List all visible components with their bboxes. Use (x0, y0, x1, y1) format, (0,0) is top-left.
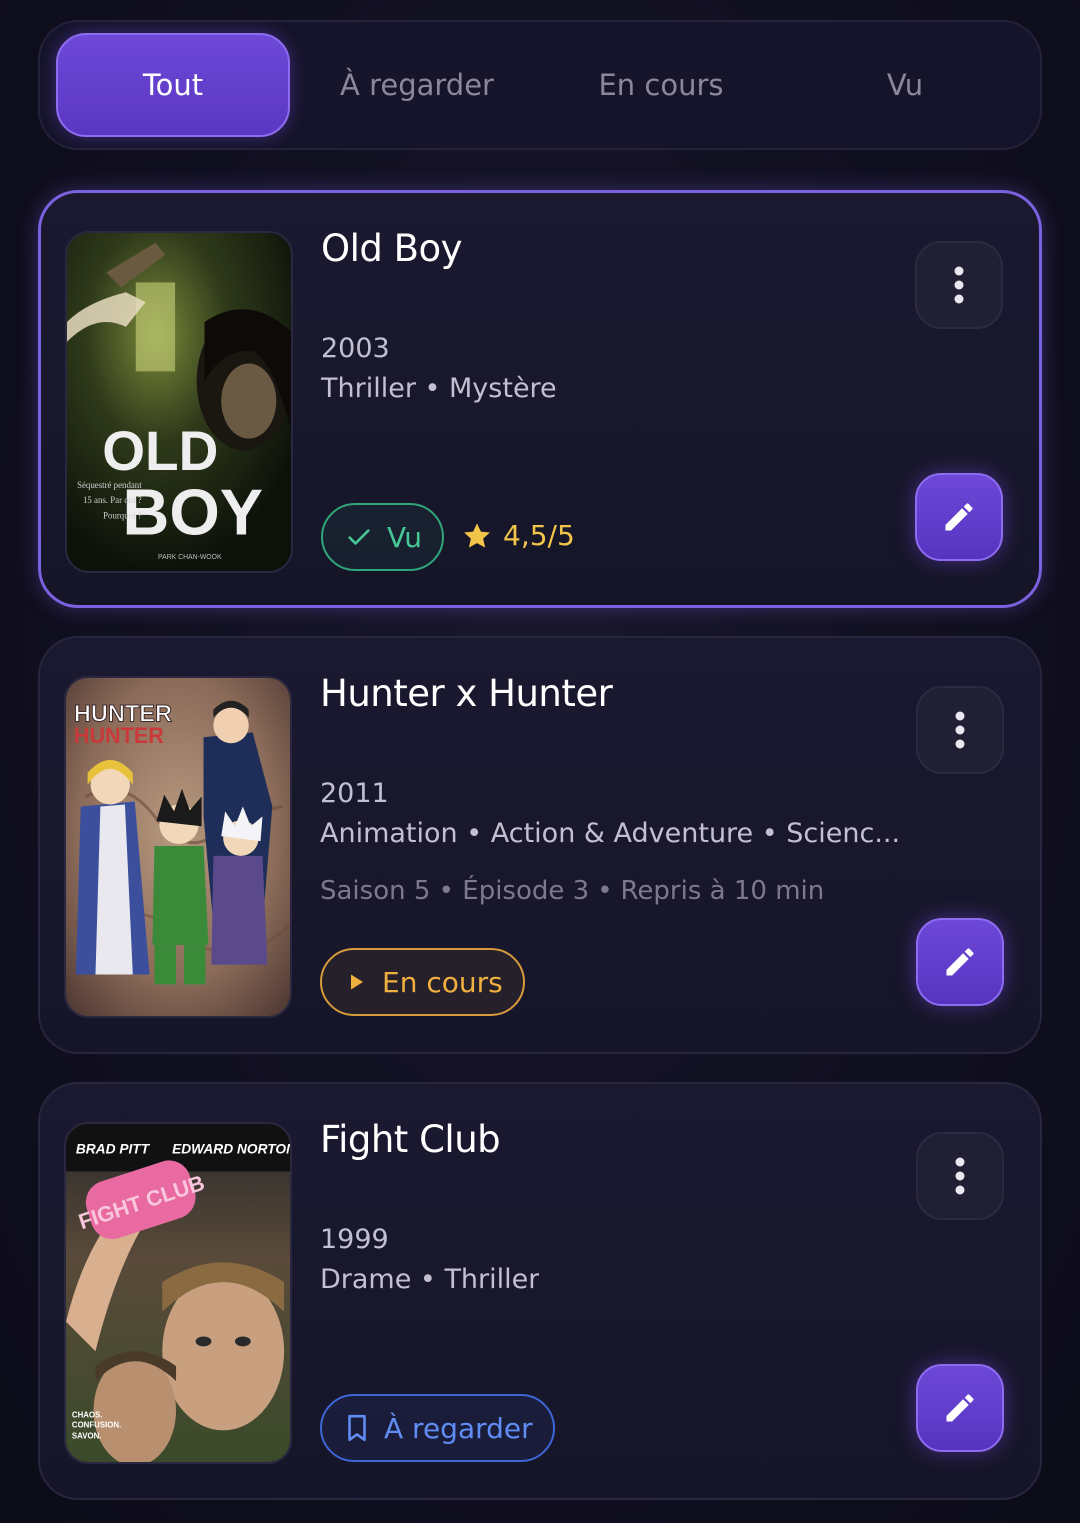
media-genres: Drame • Thriller (320, 1264, 540, 1295)
edit-button[interactable] (916, 1364, 1004, 1452)
pencil-icon (945, 503, 973, 531)
filter-tabs: Tout À regarder En cours Vu (38, 20, 1042, 150)
tab-en-cours[interactable]: En cours (544, 33, 778, 137)
star-icon (464, 522, 490, 548)
more-vertical-icon (955, 1157, 965, 1195)
check-icon (348, 529, 370, 545)
status-label: À regarder (384, 1411, 533, 1445)
pencil-icon (946, 948, 974, 976)
rating: 4,5/5 (461, 519, 575, 552)
media-title: Fight Club (320, 1118, 501, 1161)
progress-episode: Saison 5 • Épisode 3 (320, 876, 590, 906)
pencil-icon (946, 1394, 974, 1422)
media-card-old-boy[interactable]: OLD BOY Séquestré pendant 15 ans. Par qu… (38, 190, 1042, 608)
media-title: Hunter x Hunter (320, 672, 613, 715)
poster-fight-club[interactable]: BRAD PITT EDWARD NORTON FIGHT CLUB CHAOS… (64, 1122, 292, 1464)
progress-info: Saison 5 • Épisode 3 • Repris à 10 min (320, 876, 825, 906)
more-options-button[interactable] (916, 1132, 1004, 1220)
poster-tagline: Séquestré pendant 15 ans. Par qui ? Pour… (77, 480, 142, 521)
poster-old-boy[interactable]: OLD BOY Séquestré pendant 15 ans. Par qu… (65, 231, 293, 573)
media-title: Old Boy (321, 227, 463, 270)
play-icon (351, 974, 363, 990)
status-badge-a-regarder[interactable]: À regarder (320, 1394, 555, 1462)
edit-button[interactable] (916, 918, 1004, 1006)
media-year: 2011 (320, 778, 389, 809)
poster-tagline: CHAOS. CONFUSION. SAVON. (71, 1410, 122, 1441)
poster-credit: PARK CHAN-WOOK (158, 554, 222, 561)
status-badge-en-cours[interactable]: En cours (320, 948, 525, 1016)
media-year: 1999 (320, 1224, 389, 1255)
media-year: 2003 (321, 333, 390, 364)
poster-title-old: OLD (102, 420, 218, 482)
status-badge-vu[interactable]: Vu (321, 503, 444, 571)
edit-button[interactable] (915, 473, 1003, 561)
more-options-button[interactable] (916, 686, 1004, 774)
poster-actor-1: BRAD PITT (76, 1142, 151, 1157)
media-card-fight-club[interactable]: BRAD PITT EDWARD NORTON FIGHT CLUB CHAOS… (38, 1082, 1042, 1500)
more-vertical-icon (955, 711, 965, 749)
media-genres: Thriller • Mystère (321, 373, 557, 404)
status-label: Vu (387, 520, 422, 554)
poster-title-hunter-2: HUNTER (74, 723, 164, 748)
progress-resume: Repris à 10 min (620, 876, 825, 906)
media-genres: Animation • Action & Adventure • Scienc.… (320, 818, 901, 849)
poster-hunter-x-hunter[interactable]: HUNTER HUNTER (64, 676, 292, 1018)
poster-actor-2: EDWARD NORTON (172, 1142, 290, 1157)
more-vertical-icon (954, 266, 964, 304)
tab-a-regarder[interactable]: À regarder (300, 33, 534, 137)
media-card-hunter-x-hunter[interactable]: HUNTER HUNTER Hunter x Hunter 2011 Anima… (38, 636, 1042, 1054)
bookmark-icon (348, 1414, 366, 1442)
tab-tout[interactable]: Tout (56, 33, 290, 137)
poster-title-boy: BOY (123, 475, 263, 548)
status-label: En cours (382, 965, 503, 999)
tab-vu[interactable]: Vu (788, 33, 1022, 137)
more-options-button[interactable] (915, 241, 1003, 329)
rating-value: 4,5/5 (503, 519, 575, 552)
